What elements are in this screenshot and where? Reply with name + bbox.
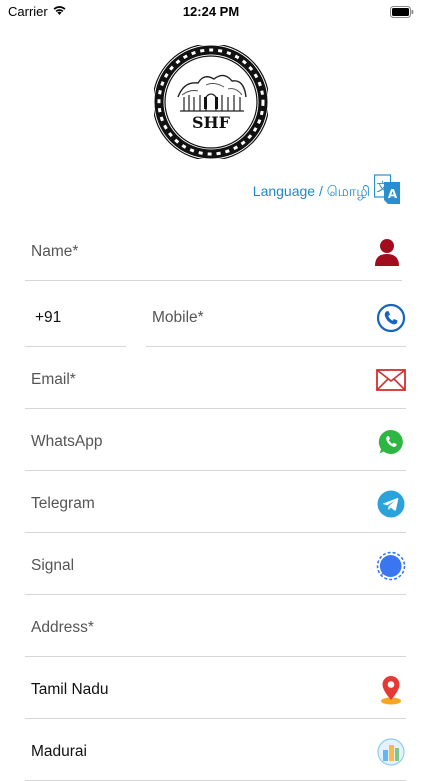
- name-field[interactable]: Name*: [25, 224, 402, 281]
- signal-icon: [376, 551, 406, 581]
- city-field[interactable]: Madurai: [25, 724, 406, 781]
- whatsapp-icon: [376, 427, 406, 457]
- telegram-icon: [376, 489, 406, 519]
- country-code-value[interactable]: +91: [35, 309, 61, 327]
- telegram-placeholder[interactable]: Telegram: [31, 495, 95, 513]
- status-bar: Carrier 12:24 PM: [0, 0, 422, 24]
- country-code-field[interactable]: +91: [25, 290, 126, 347]
- location-pin-icon: [376, 675, 406, 705]
- shf-logo: SHF: [152, 43, 270, 161]
- mobile-field[interactable]: Mobile*: [146, 290, 406, 347]
- whatsapp-field[interactable]: WhatsApp: [25, 414, 406, 471]
- address-placeholder[interactable]: Address*: [31, 619, 94, 637]
- city-icon: [376, 737, 406, 767]
- email-placeholder[interactable]: Email*: [31, 371, 76, 389]
- svg-text:A: A: [388, 187, 398, 201]
- state-value[interactable]: Tamil Nadu: [31, 681, 109, 699]
- person-icon: [372, 237, 402, 267]
- name-placeholder[interactable]: Name*: [31, 243, 78, 261]
- phone-icon: [376, 303, 406, 333]
- mail-icon: [376, 365, 406, 395]
- telegram-field[interactable]: Telegram: [25, 476, 406, 533]
- translate-icon[interactable]: 文 A: [373, 174, 402, 211]
- language-label[interactable]: Language / மொழி: [253, 183, 370, 202]
- signal-field[interactable]: Signal: [25, 538, 406, 595]
- battery-icon: [390, 5, 414, 23]
- whatsapp-placeholder[interactable]: WhatsApp: [31, 433, 103, 451]
- city-value[interactable]: Madurai: [31, 743, 87, 761]
- clock: 12:24 PM: [182, 4, 240, 19]
- language-selector[interactable]: Language / மொழி 文 A: [253, 174, 402, 211]
- logo-text: SHF: [192, 113, 231, 132]
- signal-placeholder[interactable]: Signal: [31, 557, 74, 575]
- state-field[interactable]: Tamil Nadu: [25, 662, 406, 719]
- address-field[interactable]: Address*: [25, 600, 406, 657]
- email-field[interactable]: Email*: [25, 352, 406, 409]
- mobile-placeholder[interactable]: Mobile*: [152, 309, 204, 327]
